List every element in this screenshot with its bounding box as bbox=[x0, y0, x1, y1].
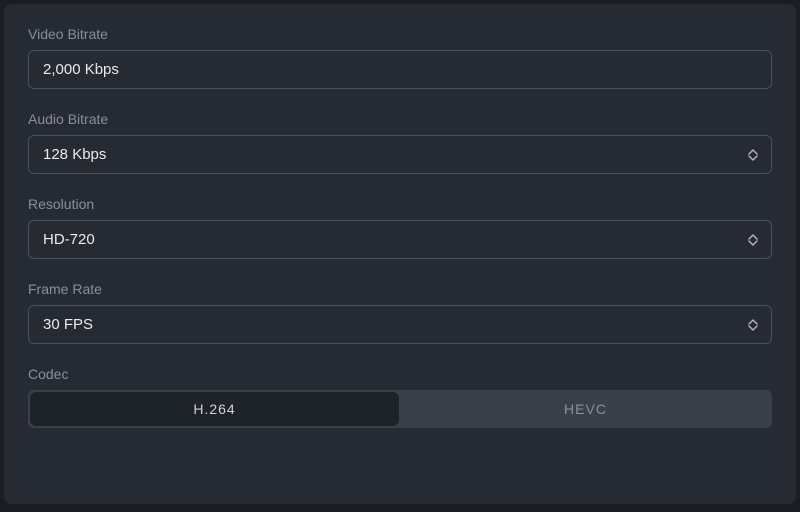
resolution-select[interactable]: HD-720 bbox=[28, 220, 772, 259]
resolution-value: HD-720 bbox=[43, 231, 95, 248]
frame-rate-group: Frame Rate 30 FPS bbox=[28, 281, 772, 344]
video-bitrate-label: Video Bitrate bbox=[28, 26, 772, 42]
resolution-label: Resolution bbox=[28, 196, 772, 212]
frame-rate-label: Frame Rate bbox=[28, 281, 772, 297]
video-bitrate-input[interactable] bbox=[28, 50, 772, 89]
codec-label: Codec bbox=[28, 366, 772, 382]
audio-bitrate-label: Audio Bitrate bbox=[28, 111, 772, 127]
codec-segmented-control: H.264 HEVC bbox=[28, 390, 772, 428]
audio-bitrate-select[interactable]: 128 Kbps bbox=[28, 135, 772, 174]
resolution-group: Resolution HD-720 bbox=[28, 196, 772, 259]
codec-group: Codec H.264 HEVC bbox=[28, 366, 772, 428]
video-bitrate-group: Video Bitrate bbox=[28, 26, 772, 89]
frame-rate-select[interactable]: 30 FPS bbox=[28, 305, 772, 344]
frame-rate-value: 30 FPS bbox=[43, 316, 93, 333]
codec-option-hevc[interactable]: HEVC bbox=[401, 392, 770, 426]
codec-option-h264[interactable]: H.264 bbox=[30, 392, 399, 426]
audio-bitrate-value: 128 Kbps bbox=[43, 146, 106, 163]
audio-bitrate-group: Audio Bitrate 128 Kbps bbox=[28, 111, 772, 174]
settings-panel: Video Bitrate Audio Bitrate 128 Kbps Res… bbox=[4, 4, 796, 504]
